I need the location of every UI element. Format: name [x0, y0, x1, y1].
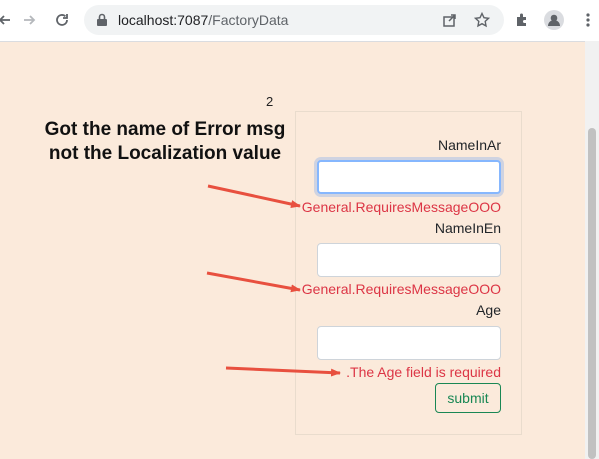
- arrow-1: [207, 184, 301, 208]
- arrow-2: [206, 271, 301, 293]
- arrow-3: [225, 366, 341, 377]
- annotation-arrows: [206, 184, 341, 377]
